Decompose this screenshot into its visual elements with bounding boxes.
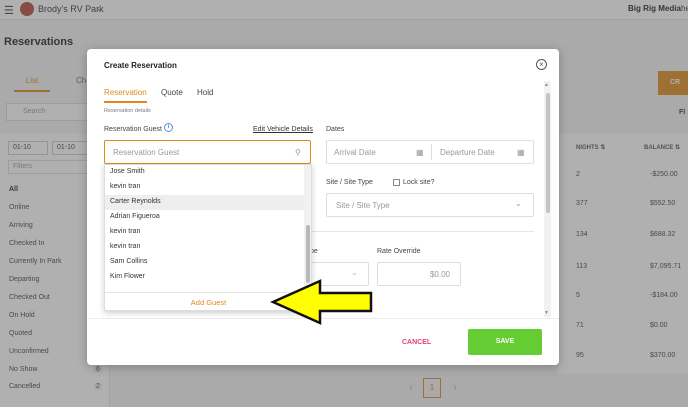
search-icon: ⚲: [295, 148, 301, 157]
departure-date-input[interactable]: Departure Date: [440, 148, 495, 157]
arrow-annotation: [270, 279, 373, 325]
tab-quote[interactable]: Quote: [161, 88, 183, 97]
guest-option[interactable]: Adrian Figueroa: [105, 210, 304, 225]
section-subtitle: Reservation details: [104, 108, 151, 114]
tab-hold[interactable]: Hold: [197, 88, 213, 97]
scroll-up-icon[interactable]: ▲: [544, 82, 549, 88]
close-icon[interactable]: ×: [536, 59, 547, 70]
lock-site-label: Lock site?: [403, 179, 435, 186]
dropdown-scrollbar-thumb[interactable]: [306, 225, 310, 283]
dates-divider: [431, 144, 432, 160]
site-type-select[interactable]: Site / Site Type: [326, 193, 534, 217]
calendar-icon[interactable]: ▦: [416, 148, 424, 157]
rate-override-label: Rate Override: [377, 248, 421, 255]
guest-option[interactable]: Sam Collins: [105, 255, 304, 270]
dates-label: Dates: [326, 126, 345, 133]
chevron-down-icon[interactable]: ⌄: [351, 268, 358, 277]
guest-option[interactable]: Jose Smith: [105, 165, 304, 180]
guest-option[interactable]: kevin tran: [105, 225, 304, 240]
chevron-down-icon[interactable]: ⌄: [515, 199, 522, 208]
site-type-label: Site / Site Type: [326, 179, 373, 186]
guest-option[interactable]: kevin tran: [105, 240, 304, 255]
edit-vehicle-link[interactable]: Edit Vehicle Details: [253, 126, 313, 133]
save-button[interactable]: SAVE: [468, 329, 542, 355]
guest-search-input[interactable]: Reservation Guest: [104, 140, 311, 164]
rate-override-input[interactable]: $0.00: [377, 262, 461, 286]
scroll-down-icon[interactable]: ▼: [544, 310, 549, 316]
guest-option[interactable]: kevin tran: [105, 180, 304, 195]
guest-option[interactable]: Carter Reynolds: [105, 195, 304, 210]
guest-label: Reservation Guest: [104, 126, 162, 133]
modal-scrollbar-thumb[interactable]: [546, 93, 550, 213]
lock-site-checkbox[interactable]: [393, 179, 400, 186]
tab-reservation[interactable]: Reservation: [104, 88, 147, 103]
calendar-icon[interactable]: ▦: [517, 148, 525, 157]
cancel-button[interactable]: CANCEL: [402, 339, 431, 346]
modal-title: Create Reservation: [104, 61, 177, 70]
info-icon[interactable]: i: [164, 123, 173, 132]
arrival-date-input[interactable]: Arrival Date: [334, 148, 376, 157]
